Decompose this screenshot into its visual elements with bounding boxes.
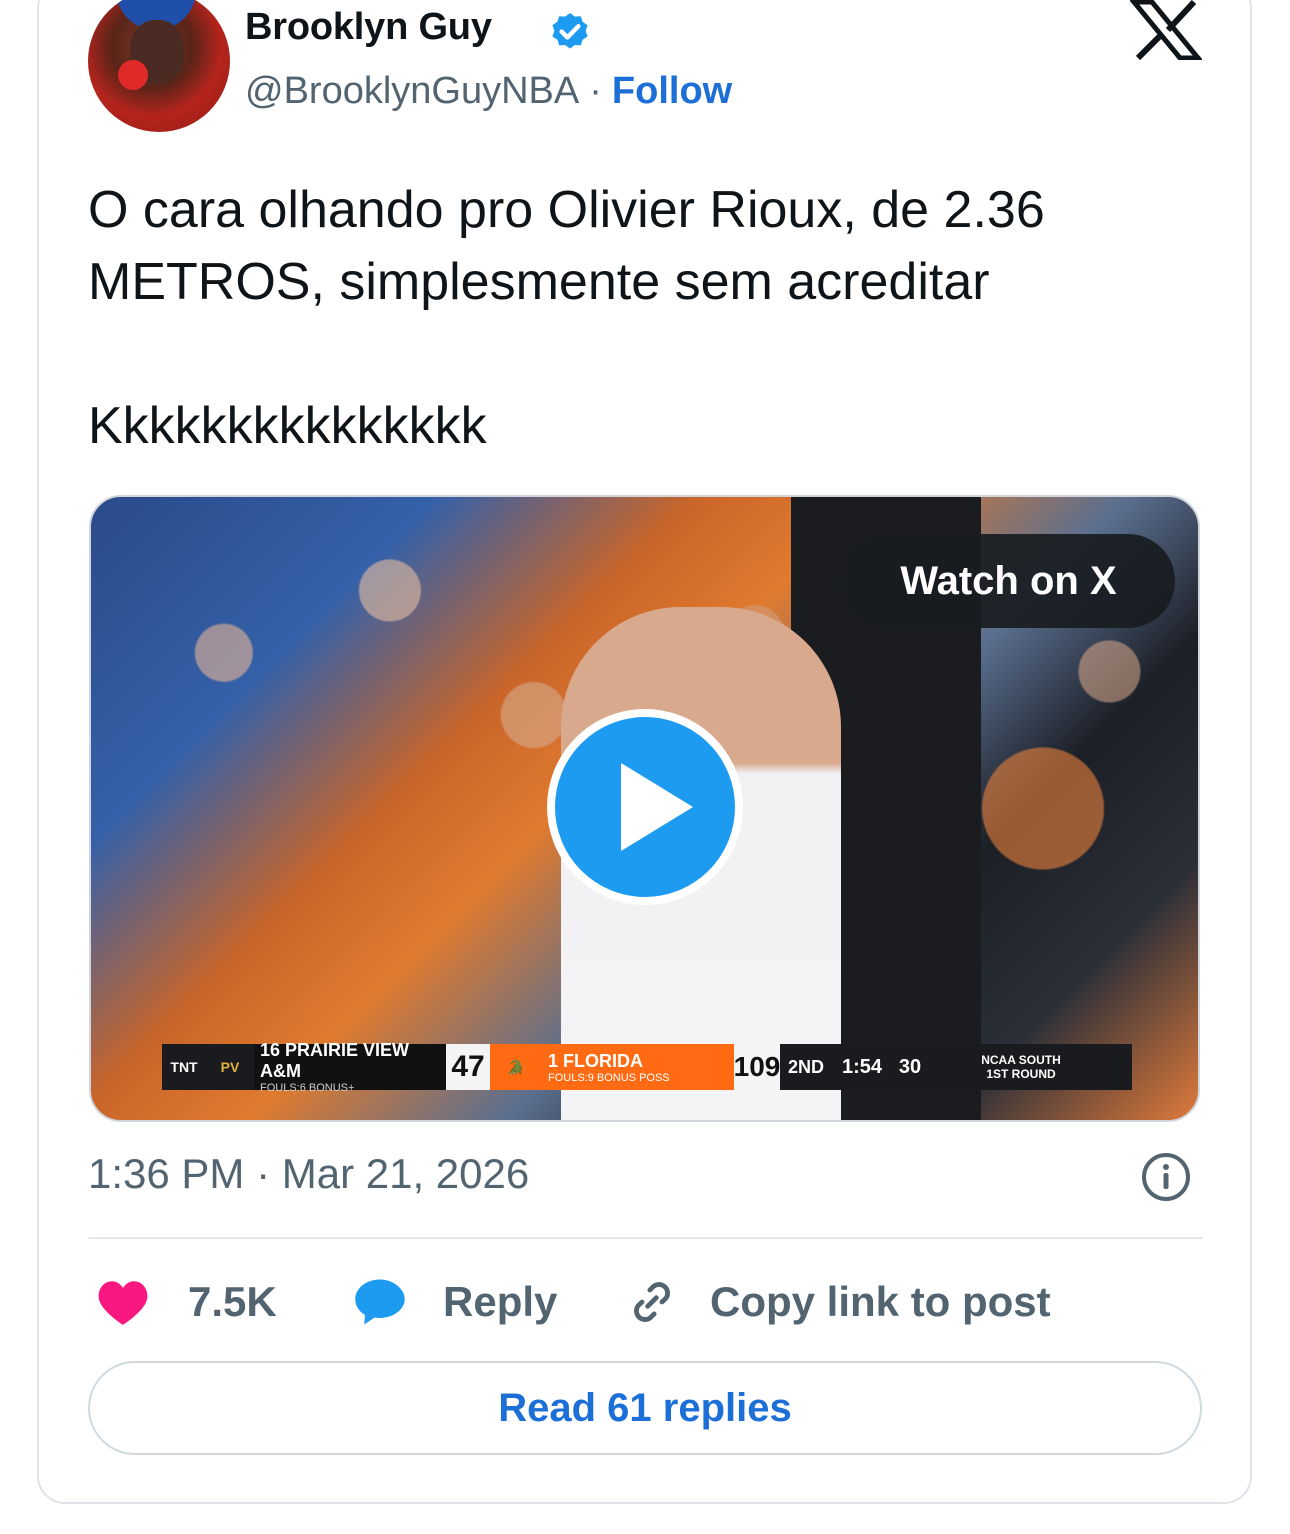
watch-on-x-button[interactable]: Watch on X (842, 534, 1175, 628)
follow-button[interactable]: Follow (612, 70, 732, 112)
team2-fouls: FOULS:9 BONUS POSS (548, 1071, 670, 1084)
post-timestamp[interactable]: 1:36 PM · Mar 21, 2026 (88, 1150, 529, 1198)
team1-fouls: FOULS:6 BONUS+ (260, 1082, 355, 1094)
team1-name: 16 PRAIRIE VIEW A&M (260, 1040, 410, 1081)
team2-name: 1 FLORIDA (548, 1050, 644, 1071)
author-handle-line: @BrooklynGuyNBA · Follow (245, 70, 732, 113)
scoreboard: TNT PV 16 PRAIRIE VIEW A&M FOULS:6 BONUS… (162, 1040, 1132, 1094)
network-logo: TNT (170, 1059, 198, 1075)
game-clock: 1:54 (841, 1055, 883, 1078)
speech-bubble-icon (355, 1279, 405, 1325)
team2-logo: 🐊 (490, 1044, 542, 1090)
team1-info: 16 PRAIRIE VIEW A&M FOULS:6 BONUS+ (254, 1040, 446, 1094)
like-count: 7.5K (188, 1278, 277, 1325)
handle-separator: · (589, 70, 602, 112)
tweet-text: O cara olhando pro Olivier Rioux, de 2.3… (88, 174, 1198, 462)
like-button[interactable]: 7.5K (96, 1270, 277, 1334)
x-logo-icon[interactable] (1130, 0, 1202, 60)
tweet-text-line: Kkkkkkkkkkkkkkk (88, 397, 487, 455)
action-bar: 7.5K Reply Copy link to post (88, 1270, 1203, 1334)
play-icon[interactable] (547, 709, 743, 905)
tournament-round: NCAA SOUTH 1ST ROUND (928, 1044, 1114, 1090)
reply-button[interactable]: Reply (353, 1270, 557, 1334)
round-line: NCAA SOUTH (981, 1053, 1061, 1067)
avatar-apple (118, 60, 148, 90)
tweet-text-line: O cara olhando pro Olivier Rioux, de 2.3… (88, 181, 1045, 311)
copy-link-button[interactable]: Copy link to post (626, 1270, 1051, 1334)
team1-score: 47 (446, 1044, 490, 1090)
round-line: 1ST ROUND (986, 1067, 1056, 1081)
read-replies-button[interactable]: Read 61 replies (88, 1361, 1202, 1455)
verified-badge-icon (552, 13, 588, 49)
reply-label: Reply (443, 1278, 558, 1325)
shot-clock: 30 (898, 1055, 922, 1078)
info-icon[interactable] (1140, 1151, 1192, 1203)
game-period: 2ND (787, 1056, 824, 1077)
team2-score: 109 (734, 1044, 780, 1090)
divider (88, 1237, 1203, 1239)
author-name[interactable]: Brooklyn Guy (245, 6, 492, 49)
copy-link-label: Copy link to post (710, 1278, 1051, 1325)
author-handle[interactable]: @BrooklynGuyNBA (245, 70, 579, 112)
heart-icon (98, 1281, 148, 1325)
team1-logo: PV (220, 1059, 240, 1075)
link-icon (634, 1282, 670, 1322)
team2-info: 1 FLORIDA FOULS:9 BONUS POSS (542, 1044, 734, 1090)
